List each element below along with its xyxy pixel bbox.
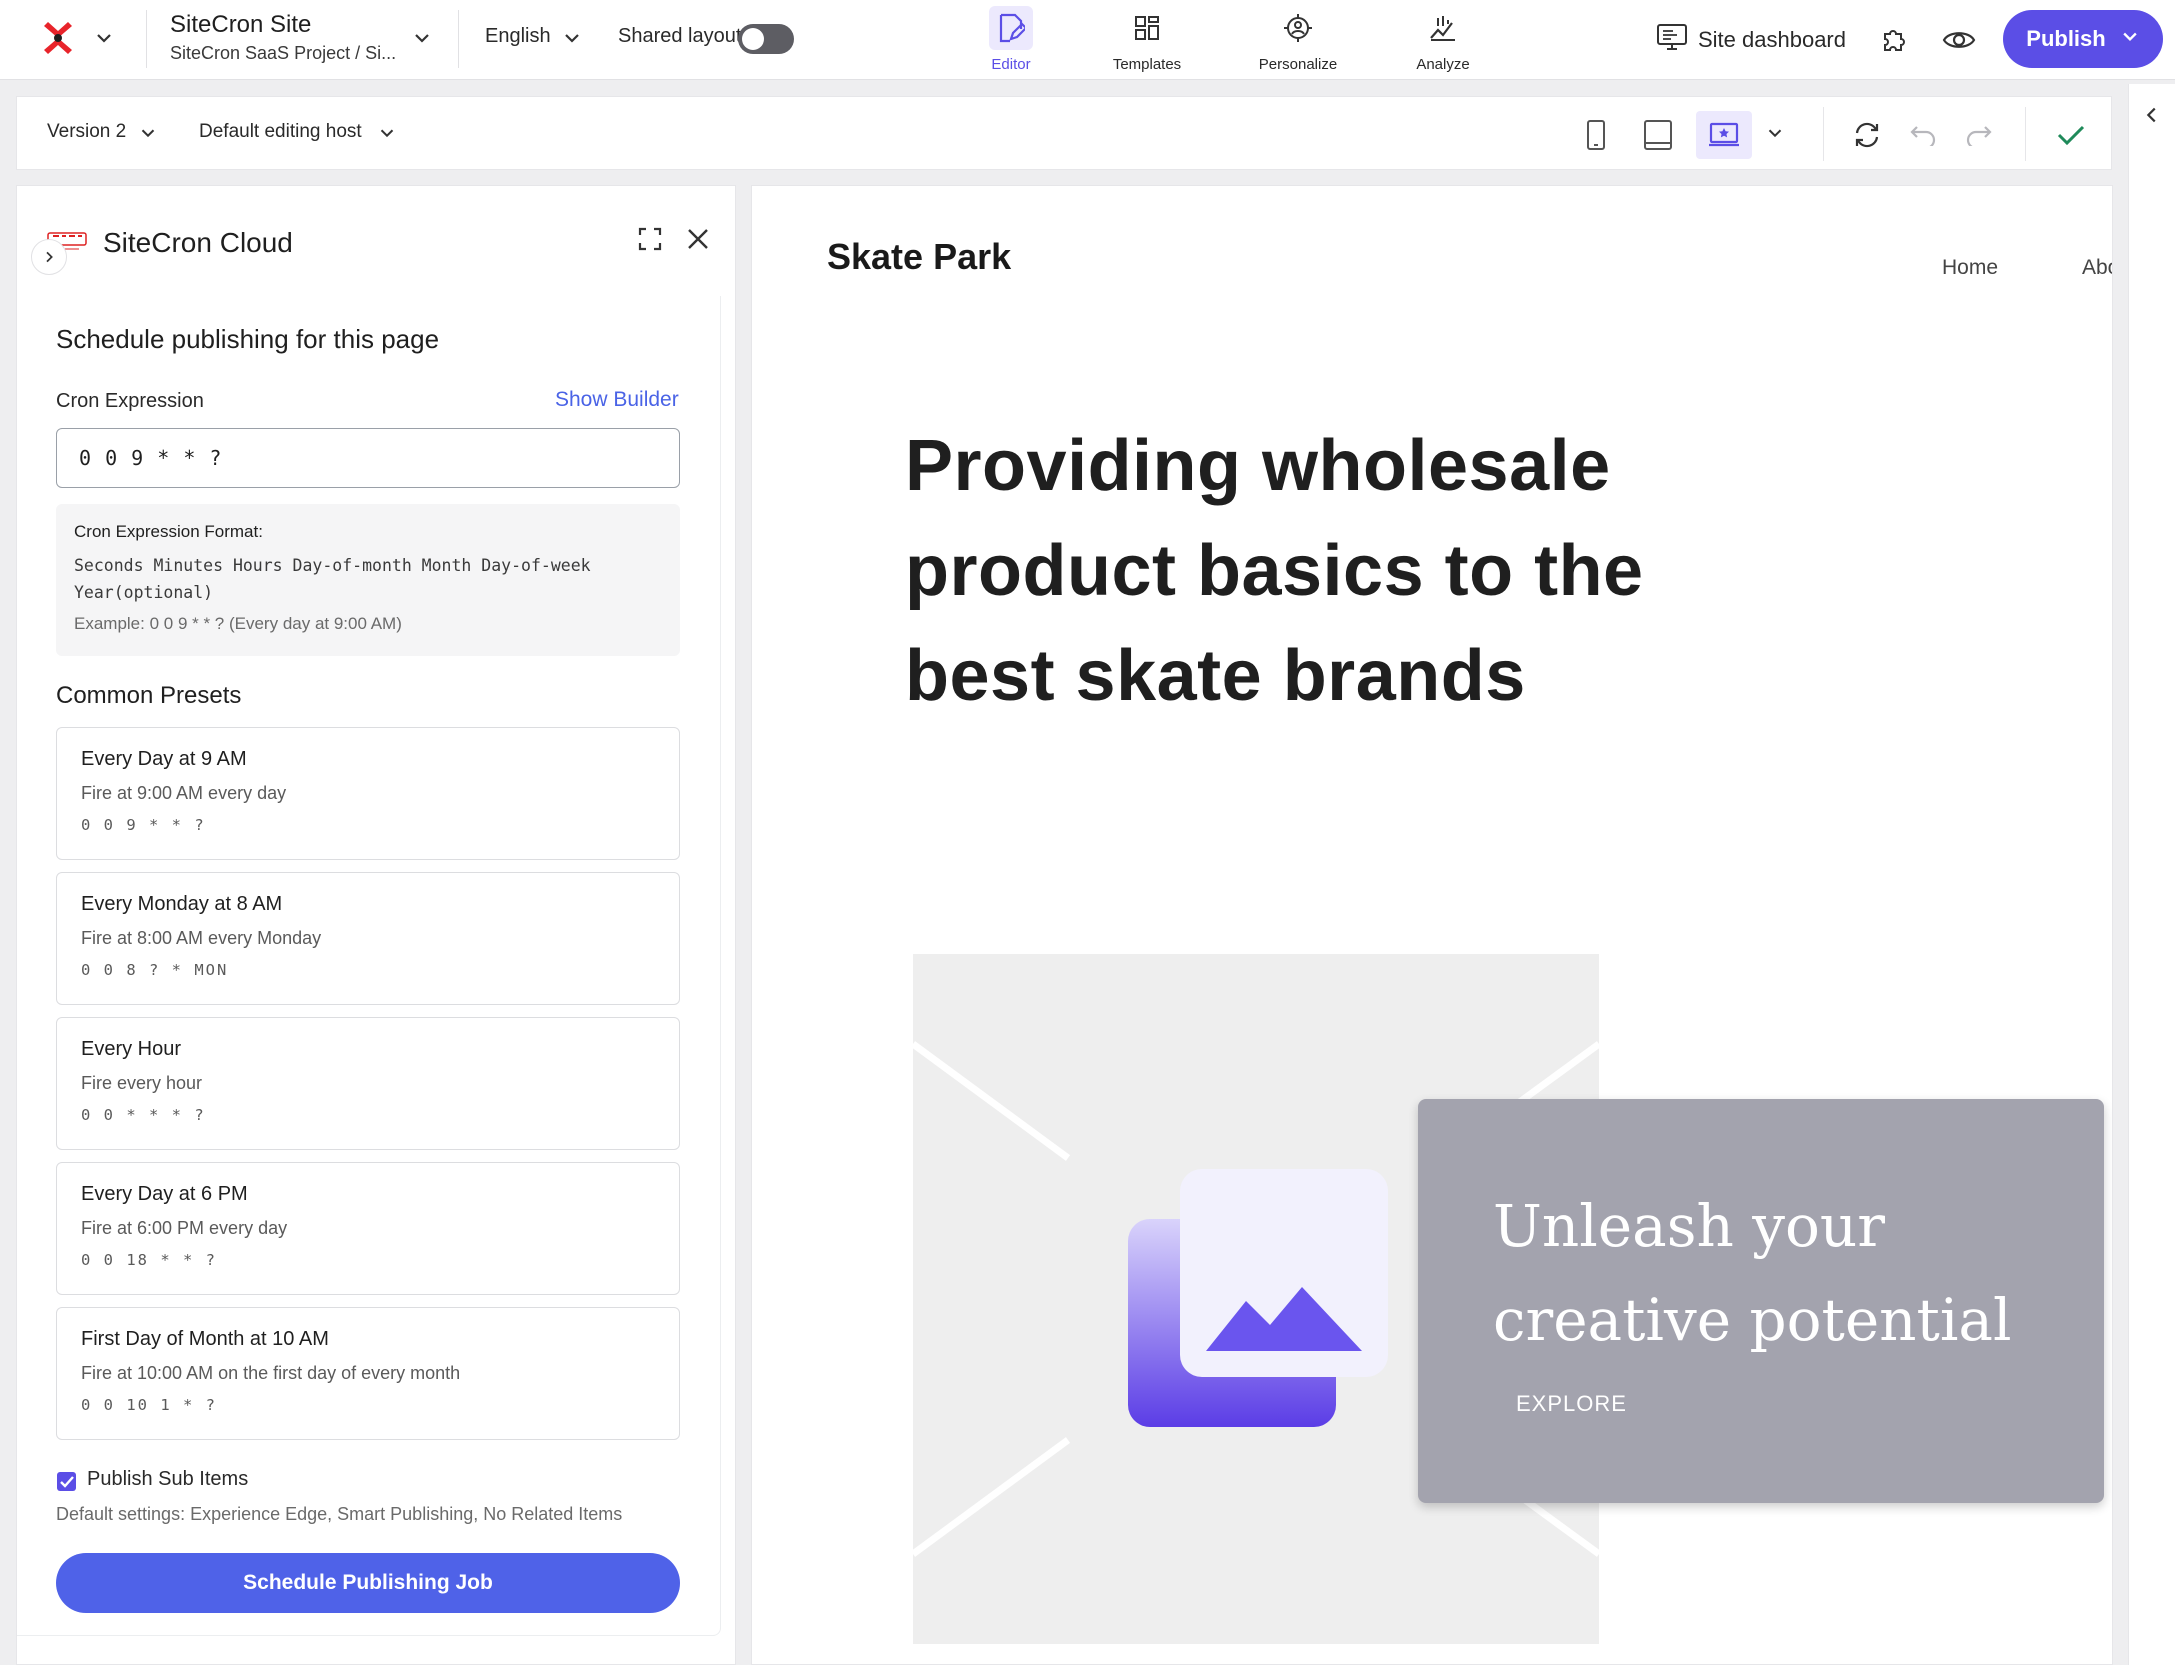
scheduling-panel: SiteCron Cloud Schedule publishing for t… bbox=[16, 185, 736, 1665]
preset-card[interactable]: Every Day at 9 AM Fire at 9:00 AM every … bbox=[56, 727, 680, 860]
preview-eye-icon[interactable] bbox=[1939, 20, 1979, 60]
preset-card[interactable]: Every Day at 6 PM Fire at 6:00 PM every … bbox=[56, 1162, 680, 1295]
analyze-chart-icon bbox=[1421, 6, 1465, 50]
preset-name: Every Day at 6 PM bbox=[81, 1183, 248, 1205]
preset-description: Fire every hour bbox=[81, 1073, 203, 1093]
redo-icon[interactable] bbox=[1955, 111, 2003, 159]
publish-chevron-down-icon bbox=[2120, 26, 2140, 52]
cron-expression-label: Cron Expression bbox=[56, 390, 204, 412]
publish-label: Publish bbox=[2026, 26, 2106, 51]
tablet-device-icon[interactable] bbox=[1634, 111, 1682, 159]
image-placeholder-icon bbox=[1128, 1169, 1390, 1431]
maximize-icon[interactable] bbox=[637, 226, 663, 257]
preset-card[interactable]: First Day of Month at 10 AM Fire at 10:0… bbox=[56, 1307, 680, 1440]
format-example: Example: 0 0 9 * * ? (Every day at 9:00 … bbox=[74, 614, 402, 633]
version-chevron-down-icon[interactable] bbox=[137, 122, 159, 149]
preset-description: Fire at 10:00 AM on the first day of eve… bbox=[81, 1363, 461, 1383]
site-subtitle: SiteCron SaaS Project / Si... bbox=[170, 43, 397, 63]
format-fields: Seconds Minutes Hours Day-of-month Month… bbox=[74, 556, 591, 575]
templates-grid-icon bbox=[1125, 6, 1169, 50]
desktop-device-icon[interactable] bbox=[1696, 111, 1752, 159]
preset-card[interactable]: Every Hour Fire every hour 0 0 * * * ? bbox=[56, 1017, 680, 1150]
preset-description: Fire at 6:00 PM every day bbox=[81, 1218, 288, 1238]
tab-analyze-label: Analyze bbox=[1416, 56, 1470, 73]
preset-cron: 0 0 8 ? * MON bbox=[81, 961, 229, 979]
personalize-target-icon bbox=[1276, 6, 1320, 50]
chevron-left-icon[interactable] bbox=[2141, 104, 2163, 131]
checkmark-icon[interactable] bbox=[2047, 111, 2095, 159]
publish-button[interactable]: Publish bbox=[2003, 10, 2163, 68]
site-dashboard-link[interactable]: Site dashboard bbox=[1656, 22, 1846, 58]
tab-personalize-label: Personalize bbox=[1258, 56, 1338, 73]
nav-link-home[interactable]: Home bbox=[1942, 256, 1998, 280]
preset-cron: 0 0 10 1 * ? bbox=[81, 1396, 217, 1414]
show-builder-link[interactable]: Show Builder bbox=[555, 388, 679, 412]
promo-card-title: Unleash your creative potential bbox=[1493, 1192, 2012, 1354]
divider bbox=[1823, 107, 1824, 161]
divider bbox=[2025, 107, 2026, 161]
format-title: Cron Expression Format: bbox=[74, 522, 263, 541]
close-icon[interactable] bbox=[685, 226, 711, 257]
page-preview-canvas[interactable]: Skate Park Home Abo Providing wholesale … bbox=[751, 185, 2113, 1665]
tab-editor-label: Editor bbox=[991, 56, 1031, 73]
tab-templates-label: Templates bbox=[1112, 56, 1182, 73]
preset-cron: 0 0 9 * * ? bbox=[81, 816, 206, 834]
extensions-puzzle-icon[interactable] bbox=[1875, 20, 1915, 60]
edit-page-icon bbox=[989, 6, 1033, 50]
site-selector-chevron-down-icon[interactable] bbox=[410, 26, 434, 55]
site-title: SiteCron Site bbox=[170, 11, 312, 38]
explore-link[interactable]: EXPLORE bbox=[1516, 1391, 1627, 1417]
preset-name: First Day of Month at 10 AM bbox=[81, 1328, 329, 1350]
language-selector[interactable]: English bbox=[485, 25, 551, 48]
promo-card[interactable]: Unleash your creative potential EXPLORE bbox=[1418, 1099, 2104, 1503]
refresh-icon[interactable] bbox=[1843, 111, 1891, 159]
editing-host-selector[interactable]: Default editing host bbox=[199, 121, 362, 143]
app-logo-icon[interactable] bbox=[38, 20, 82, 60]
editor-toolbar: Version 2 Default editing host bbox=[16, 96, 2112, 170]
publish-sub-items-label[interactable]: Publish Sub Items bbox=[87, 1468, 248, 1491]
mobile-device-icon[interactable] bbox=[1572, 111, 1620, 159]
preset-name: Every Monday at 8 AM bbox=[81, 893, 283, 915]
format-optional: Year(optional) bbox=[74, 583, 214, 602]
tab-templates[interactable]: Templates bbox=[1092, 6, 1202, 73]
preset-description: Fire at 9:00 AM every day bbox=[81, 783, 287, 803]
cron-expression-input[interactable] bbox=[56, 428, 680, 488]
shared-layout-toggle[interactable] bbox=[738, 24, 794, 54]
preset-description: Fire at 8:00 AM every Monday bbox=[81, 928, 322, 948]
default-settings-text: Default settings: Experience Edge, Smart… bbox=[56, 1504, 623, 1524]
tab-analyze[interactable]: Analyze bbox=[1388, 6, 1498, 73]
schedule-publishing-button[interactable]: Schedule Publishing Job bbox=[56, 1553, 680, 1613]
preset-name: Every Day at 9 AM bbox=[81, 748, 247, 770]
editing-host-chevron-down-icon[interactable] bbox=[376, 122, 398, 149]
tab-personalize[interactable]: Personalize bbox=[1243, 6, 1353, 73]
cron-format-help: Cron Expression Format: Seconds Minutes … bbox=[56, 504, 680, 656]
version-selector[interactable]: Version 2 bbox=[47, 121, 126, 143]
right-sidebar bbox=[2128, 84, 2175, 1665]
top-bar: SiteCron Site SiteCron SaaS Project / Si… bbox=[0, 0, 2175, 80]
app-switcher-chevron-down-icon[interactable] bbox=[92, 26, 116, 55]
presets-heading: Common Presets bbox=[56, 682, 242, 709]
divider bbox=[458, 10, 459, 68]
device-chevron-down-icon[interactable] bbox=[1764, 122, 1786, 149]
expand-panel-button[interactable] bbox=[31, 239, 67, 275]
preset-cron: 0 0 18 * * ? bbox=[81, 1251, 217, 1269]
schedule-heading: Schedule publishing for this page bbox=[56, 324, 440, 354]
panel-title: SiteCron Cloud bbox=[103, 227, 293, 258]
preset-card[interactable]: Every Monday at 8 AM Fire at 8:00 AM eve… bbox=[56, 872, 680, 1005]
site-brand[interactable]: Skate Park bbox=[827, 236, 1011, 278]
language-chevron-down-icon[interactable] bbox=[560, 26, 584, 55]
publish-sub-items-checkbox[interactable] bbox=[57, 1472, 76, 1491]
site-selector[interactable]: SiteCron Site SiteCron SaaS Project / Si… bbox=[170, 10, 396, 66]
divider bbox=[146, 10, 147, 68]
shared-layout-label: Shared layout bbox=[618, 25, 742, 47]
toggle-knob bbox=[742, 28, 764, 50]
preset-name: Every Hour bbox=[81, 1038, 182, 1060]
site-dashboard-label: Site dashboard bbox=[1698, 27, 1846, 52]
hero-heading[interactable]: Providing wholesale product basics to th… bbox=[905, 414, 1665, 729]
preset-cron: 0 0 * * * ? bbox=[81, 1106, 206, 1124]
nav-link-about[interactable]: Abo bbox=[2082, 256, 2112, 280]
monitor-icon bbox=[1656, 22, 1688, 58]
tab-editor[interactable]: Editor bbox=[956, 6, 1066, 73]
undo-icon[interactable] bbox=[1899, 111, 1947, 159]
